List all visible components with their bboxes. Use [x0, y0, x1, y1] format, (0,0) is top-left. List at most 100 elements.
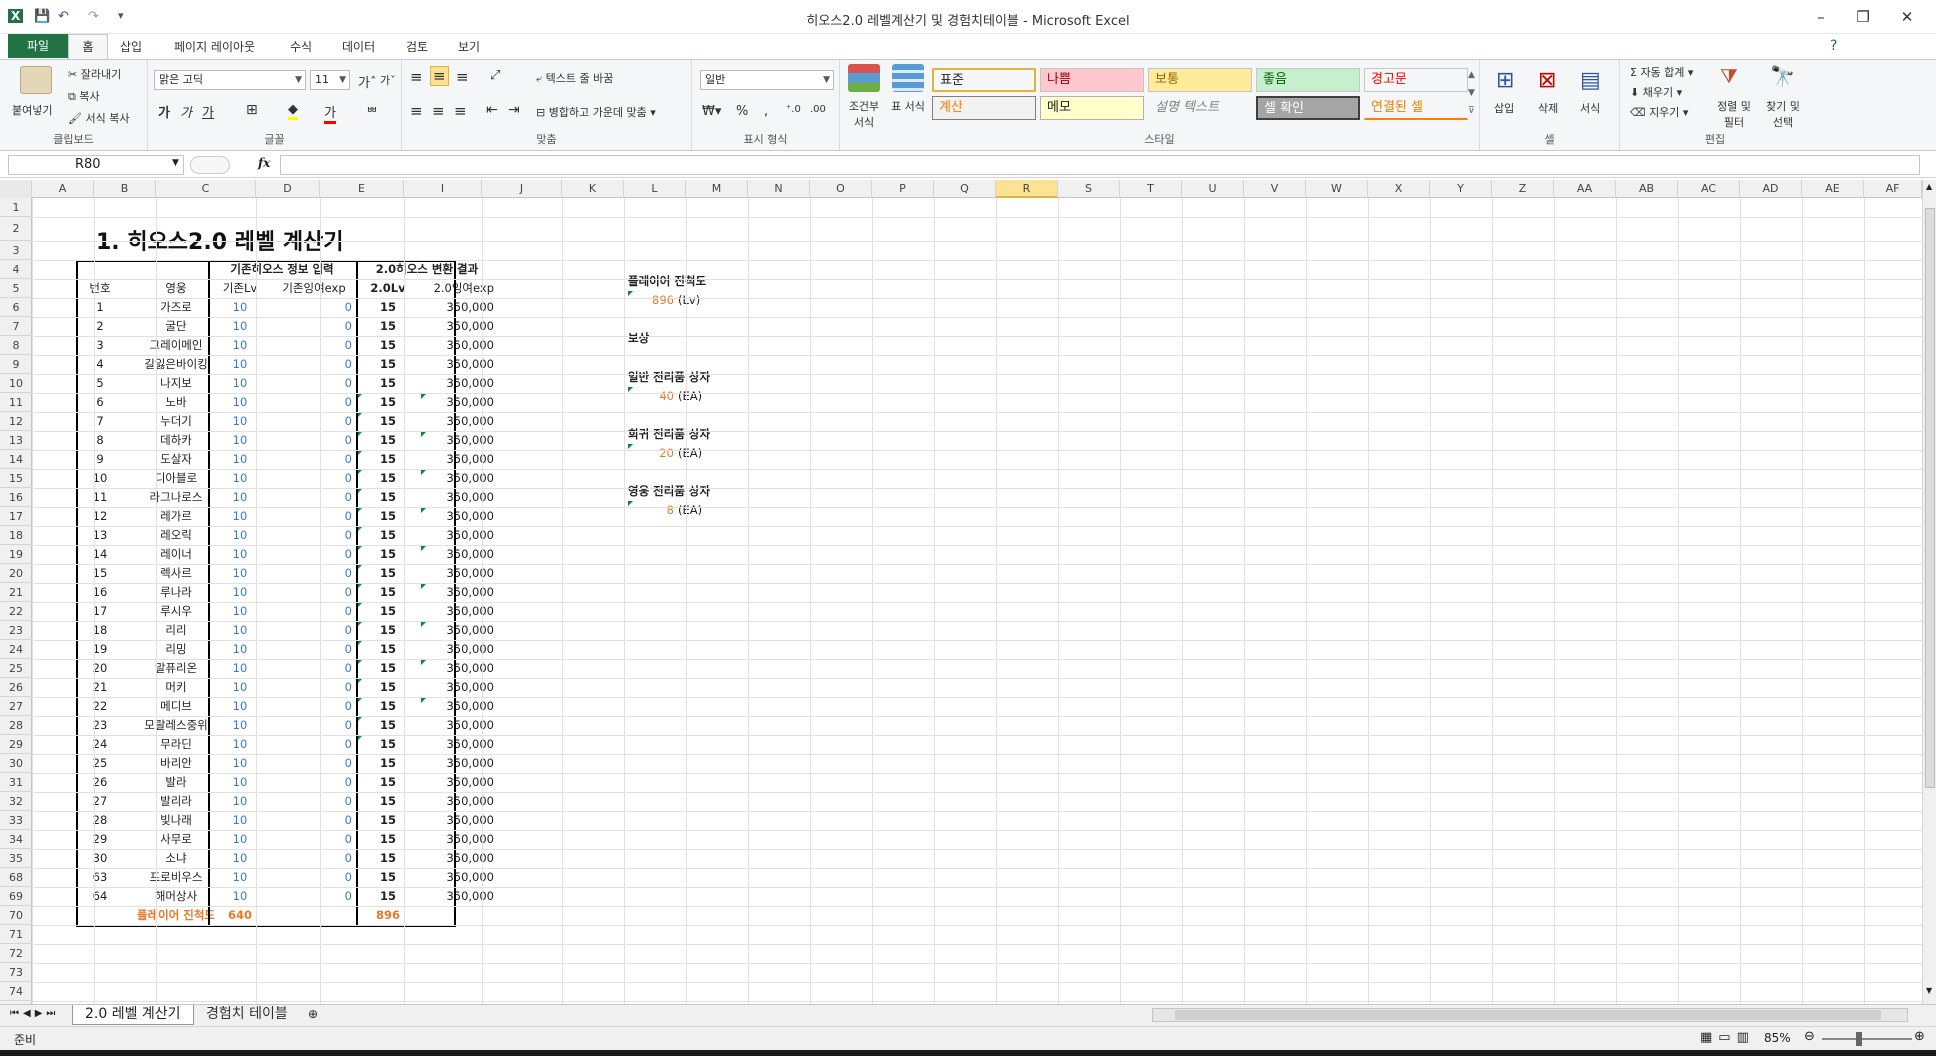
- zoom-slider-thumb[interactable]: [1856, 1032, 1862, 1046]
- table-row-lv[interactable]: 10: [208, 317, 272, 336]
- table-row-exp[interactable]: 0: [272, 849, 356, 868]
- table-row-exp[interactable]: 0: [272, 735, 356, 754]
- row-header[interactable]: 12: [0, 412, 32, 431]
- table-row-lv[interactable]: 10: [208, 393, 272, 412]
- rare-chest-value[interactable]: 20: [628, 444, 674, 463]
- table-row-exp2[interactable]: 350,000: [420, 431, 498, 450]
- format-cells-icon[interactable]: ▤: [1580, 68, 1601, 93]
- table-row-exp2[interactable]: 350,000: [420, 849, 498, 868]
- table-row-number[interactable]: 4: [76, 355, 124, 374]
- row-header[interactable]: 15: [0, 469, 32, 488]
- column-header-selected[interactable]: R: [996, 180, 1058, 198]
- table-row-exp[interactable]: 0: [272, 317, 356, 336]
- column-header[interactable]: C: [156, 180, 256, 198]
- table-row-exp[interactable]: 0: [272, 526, 356, 545]
- table-row-exp[interactable]: 0: [272, 374, 356, 393]
- column-header[interactable]: AE: [1802, 180, 1864, 198]
- table-row-number[interactable]: 12: [76, 507, 124, 526]
- table-row-exp[interactable]: 0: [272, 450, 356, 469]
- name-box-chevron-icon[interactable]: ▼: [172, 158, 179, 168]
- table-row-lv[interactable]: 10: [208, 792, 272, 811]
- column-header[interactable]: I: [404, 180, 482, 198]
- close-button[interactable]: ✕: [1892, 8, 1922, 26]
- column-header[interactable]: P: [872, 180, 934, 198]
- row-header[interactable]: 17: [0, 507, 32, 526]
- row-header[interactable]: 11: [0, 393, 32, 412]
- table-row-exp2[interactable]: 350,000: [420, 393, 498, 412]
- table-row-lv2[interactable]: 15: [356, 374, 420, 393]
- column-header[interactable]: AC: [1678, 180, 1740, 198]
- table-row-lv[interactable]: 10: [208, 830, 272, 849]
- row-header[interactable]: 69: [0, 887, 32, 906]
- hero-chest-value[interactable]: 8: [628, 501, 674, 520]
- row-header[interactable]: 70: [0, 906, 32, 925]
- vertical-scrollbar[interactable]: ▲ ▼: [1922, 180, 1936, 1004]
- align-left-icon[interactable]: ≡: [410, 102, 423, 120]
- align-middle-icon[interactable]: ≡: [430, 66, 449, 86]
- table-row-lv[interactable]: 10: [208, 868, 272, 887]
- table-row-lv[interactable]: 10: [208, 773, 272, 792]
- shrink-font-icon[interactable]: 가ˇ: [380, 72, 396, 88]
- sort-filter-icon[interactable]: ⧩: [1720, 64, 1738, 88]
- paste-icon[interactable]: [20, 66, 52, 94]
- binoculars-icon[interactable]: 🔭: [1770, 64, 1795, 88]
- sheet-nav-icon[interactable]: ⏮◀▶⏭: [10, 1008, 59, 1019]
- table-row-lv2[interactable]: 15: [356, 640, 420, 659]
- total-lv2[interactable]: 896: [356, 906, 420, 925]
- sheet-tab[interactable]: 경험치 테이블: [196, 1005, 298, 1025]
- sheet-tab-active[interactable]: 2.0 레벨 계산기: [72, 1005, 194, 1025]
- table-row-number[interactable]: 21: [76, 678, 124, 697]
- table-row-number[interactable]: 15: [76, 564, 124, 583]
- row-header[interactable]: 29: [0, 735, 32, 754]
- increase-decimal-icon[interactable]: ⁺.0: [786, 104, 801, 115]
- row-header[interactable]: 25: [0, 659, 32, 678]
- table-row-number[interactable]: 14: [76, 545, 124, 564]
- zoom-level[interactable]: 85%: [1764, 1031, 1791, 1045]
- table-row-exp2[interactable]: 350,000: [420, 298, 498, 317]
- table-row-number[interactable]: 16: [76, 583, 124, 602]
- table-row-lv[interactable]: 10: [208, 450, 272, 469]
- table-row-number[interactable]: 2: [76, 317, 124, 336]
- table-row-lv[interactable]: 10: [208, 564, 272, 583]
- table-row-number[interactable]: 19: [76, 640, 124, 659]
- tab-view[interactable]: 보기: [458, 38, 480, 55]
- tab-file[interactable]: 파일: [8, 34, 68, 58]
- table-row-lv[interactable]: 10: [208, 336, 272, 355]
- table-row-lv2[interactable]: 15: [356, 659, 420, 678]
- insert-cells-icon[interactable]: ⊞: [1496, 68, 1514, 93]
- row-header[interactable]: 8: [0, 336, 32, 355]
- increase-indent-icon[interactable]: ⇥: [508, 102, 520, 118]
- styles-scroll-down-icon[interactable]: ▼: [1468, 88, 1475, 98]
- row-header[interactable]: 3: [0, 241, 32, 260]
- styles-scroll-up-icon[interactable]: ▲: [1468, 70, 1475, 80]
- fx-icon[interactable]: fx: [258, 156, 270, 170]
- tab-insert[interactable]: 삽입: [120, 38, 142, 55]
- row-header[interactable]: 7: [0, 317, 32, 336]
- font-name-select[interactable]: 맑은 고딕 ▼: [154, 70, 306, 90]
- style-calculation[interactable]: 계산: [932, 96, 1036, 120]
- underline-button[interactable]: 가: [202, 102, 214, 121]
- tab-page-layout[interactable]: 페이지 레이아웃: [174, 38, 255, 55]
- table-row-lv[interactable]: 10: [208, 754, 272, 773]
- orientation-icon[interactable]: ⤢: [490, 68, 500, 83]
- table-row-exp[interactable]: 0: [272, 887, 356, 906]
- table-row-exp2[interactable]: 350,000: [420, 374, 498, 393]
- table-row-exp[interactable]: 0: [272, 792, 356, 811]
- style-normal[interactable]: 표준: [932, 68, 1036, 92]
- column-header[interactable]: AD: [1740, 180, 1802, 198]
- align-center-icon[interactable]: ≡: [432, 102, 445, 120]
- row-header[interactable]: 22: [0, 602, 32, 621]
- row-header[interactable]: 30: [0, 754, 32, 773]
- row-header[interactable]: 10: [0, 374, 32, 393]
- table-row-lv[interactable]: 10: [208, 621, 272, 640]
- delete-cells-icon[interactable]: ⊠: [1538, 68, 1556, 93]
- table-row-exp[interactable]: 0: [272, 545, 356, 564]
- table-row-exp2[interactable]: 350,000: [420, 469, 498, 488]
- fill-button[interactable]: ⬇ 채우기 ▾: [1630, 84, 1682, 100]
- table-format-button[interactable]: 표 서식: [890, 98, 926, 114]
- row-header[interactable]: 28: [0, 716, 32, 735]
- table-row-number[interactable]: 10: [76, 469, 124, 488]
- table-row-lv2[interactable]: 15: [356, 355, 420, 374]
- select-all-corner[interactable]: [0, 180, 32, 198]
- view-mode-icons[interactable]: ▦▭▥: [1700, 1030, 1755, 1045]
